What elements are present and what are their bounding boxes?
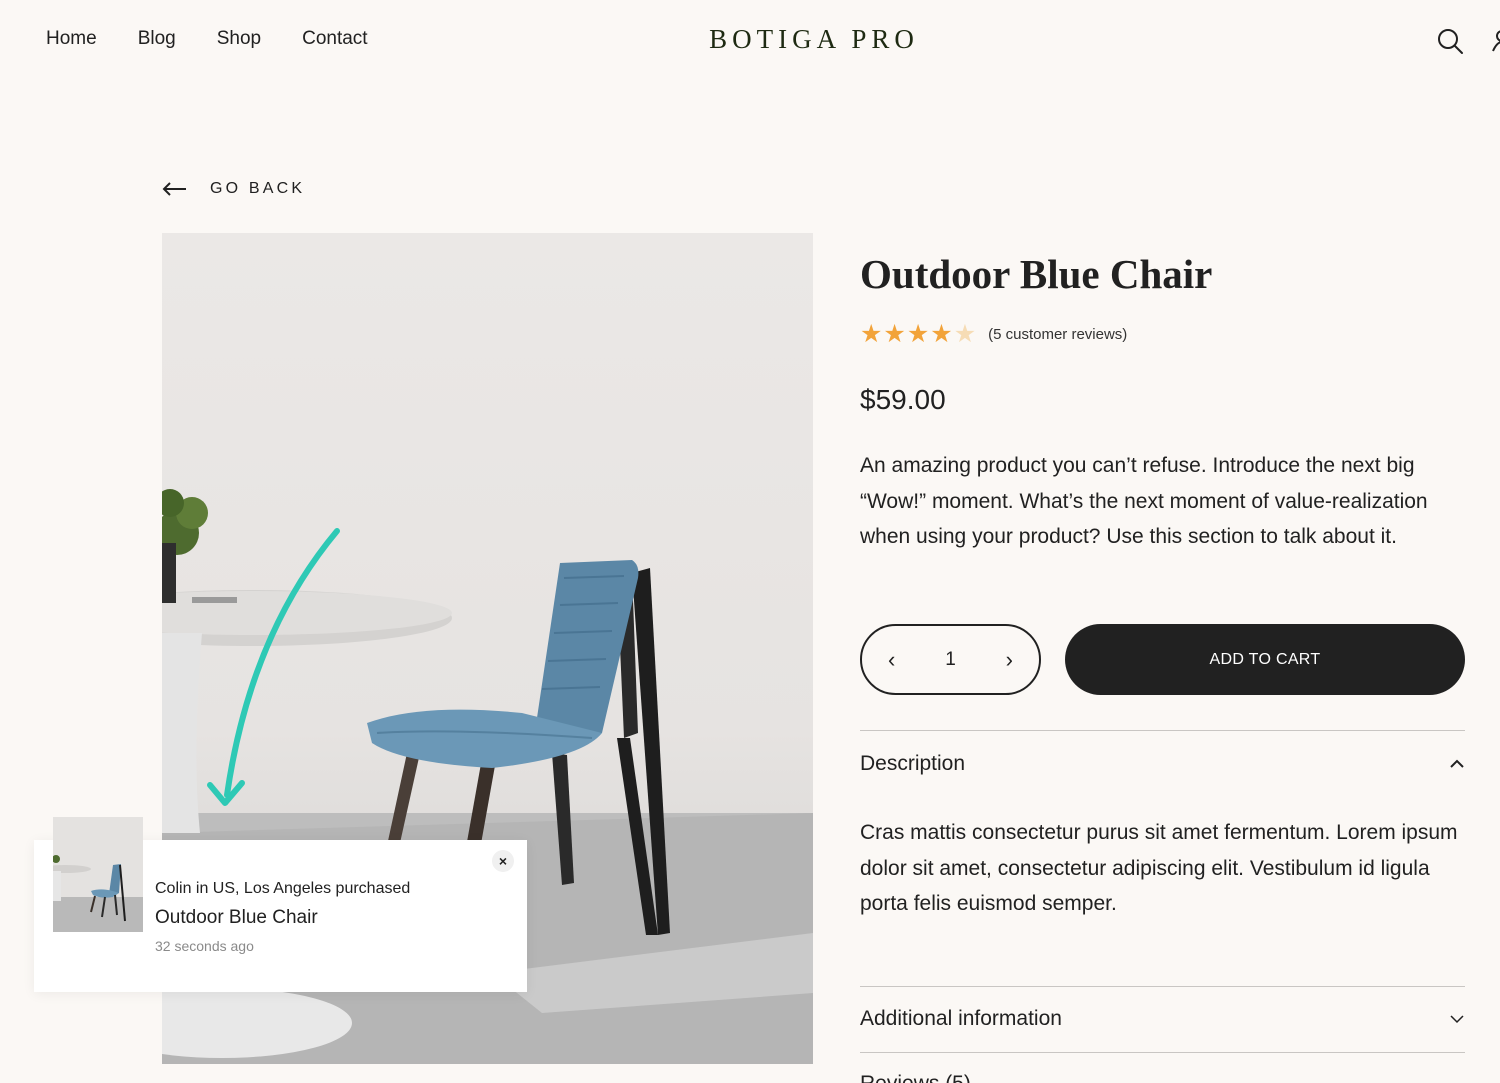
accordion-label: Description — [860, 752, 966, 775]
accordion-description-header[interactable]: Description — [860, 752, 1465, 776]
accordion-description-body: Cras mattis consectetur purus sit amet f… — [860, 821, 1458, 915]
chevron-down-icon — [1450, 1015, 1464, 1024]
divider — [860, 1052, 1465, 1053]
reviews-link[interactable]: (5 customer reviews) — [988, 326, 1127, 343]
quantity-value[interactable]: 1 — [945, 649, 956, 671]
star-icon: ★ — [860, 320, 883, 348]
notification-thumbnail[interactable] — [53, 817, 143, 932]
divider — [860, 986, 1465, 987]
star-icon: ★ — [883, 320, 906, 348]
product-title: Outdoor Blue Chair — [860, 251, 1213, 297]
arrow-left-icon — [162, 182, 186, 196]
site-header: Home Blog Shop Contact BOTIGA PRO — [0, 0, 1500, 80]
quantity-stepper[interactable]: ‹ 1 › — [860, 624, 1041, 695]
add-to-cart-button[interactable]: ADD TO CART — [1065, 624, 1465, 695]
star-empty-icon: ★ — [953, 320, 977, 348]
star-icon: ★ — [930, 320, 953, 348]
notification-time: 32 seconds ago — [155, 938, 254, 954]
user-icon[interactable] — [1492, 30, 1500, 52]
notification-product[interactable]: Outdoor Blue Chair — [155, 907, 318, 929]
close-icon[interactable]: × — [492, 850, 514, 872]
teal-arrow-icon — [207, 528, 340, 806]
go-back-label: GO BACK — [210, 180, 306, 197]
star-rating: ★ ★ ★ ★ ★ — [860, 322, 976, 347]
accordion-label: Additional information — [860, 1007, 1062, 1030]
chevron-up-icon — [1450, 759, 1464, 768]
go-back-link[interactable]: GO BACK — [162, 180, 305, 198]
chevron-right-icon[interactable]: › — [1006, 647, 1013, 673]
site-logo[interactable]: BOTIGA PRO — [0, 24, 1500, 55]
product-rating[interactable]: ★ ★ ★ ★ ★ (5 customer reviews) — [860, 322, 1127, 347]
product-short-description: An amazing product you can’t refuse. Int… — [860, 454, 1428, 548]
chevron-left-icon[interactable]: ‹ — [888, 647, 895, 673]
chair-thumbnail-image — [53, 817, 143, 932]
divider — [860, 730, 1465, 731]
search-icon[interactable] — [1436, 27, 1464, 55]
product-price: $59.00 — [860, 384, 946, 415]
star-icon: ★ — [906, 320, 930, 348]
notification-buyer: Colin in US, Los Angeles purchased — [155, 880, 411, 897]
accordion-reviews-header[interactable]: Reviews (5) — [860, 1072, 971, 1083]
accordion-additional-info-header[interactable]: Additional information — [860, 1007, 1465, 1031]
